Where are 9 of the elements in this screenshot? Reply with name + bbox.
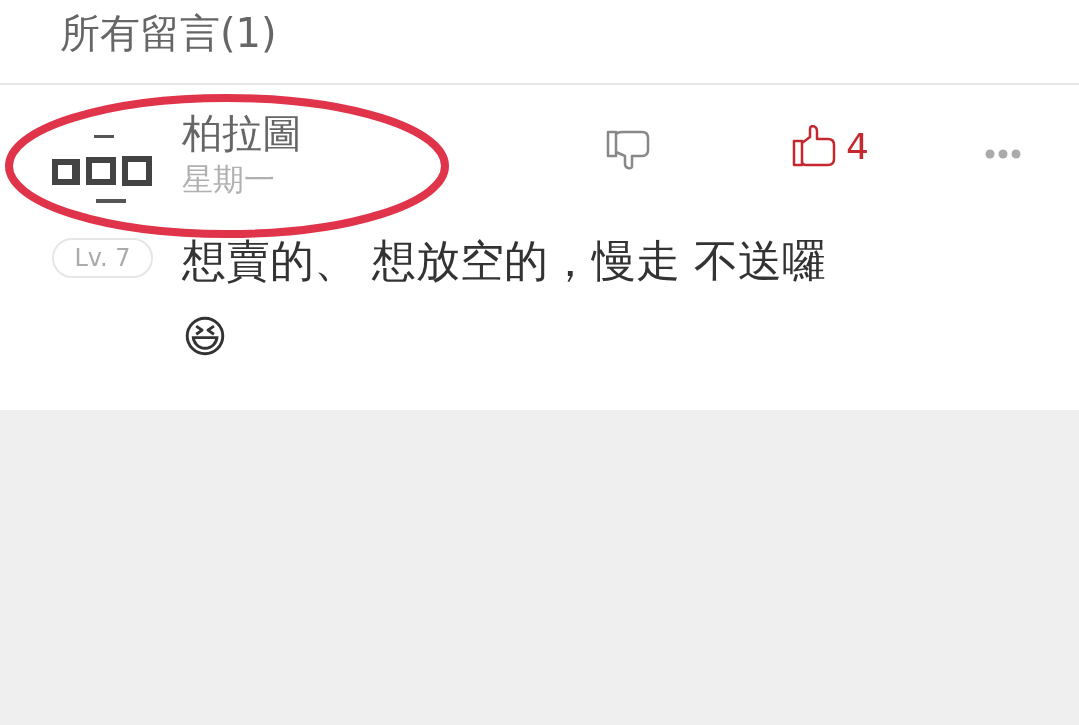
author-name[interactable]: 柏拉圖 [182,107,606,159]
thumbs-down-icon[interactable] [606,129,650,171]
like-count: 4 [846,125,869,167]
level-badge: Lv. 7 [52,238,153,278]
thumbs-up-icon[interactable] [792,125,836,167]
section-title: 所有留言(1) [60,9,277,58]
comment-date: 星期一 [182,160,276,199]
more-options-icon[interactable] [984,149,1021,159]
comment-text: 想賣的、 想放空的，慢走 不送囉 😆 [182,234,827,364]
